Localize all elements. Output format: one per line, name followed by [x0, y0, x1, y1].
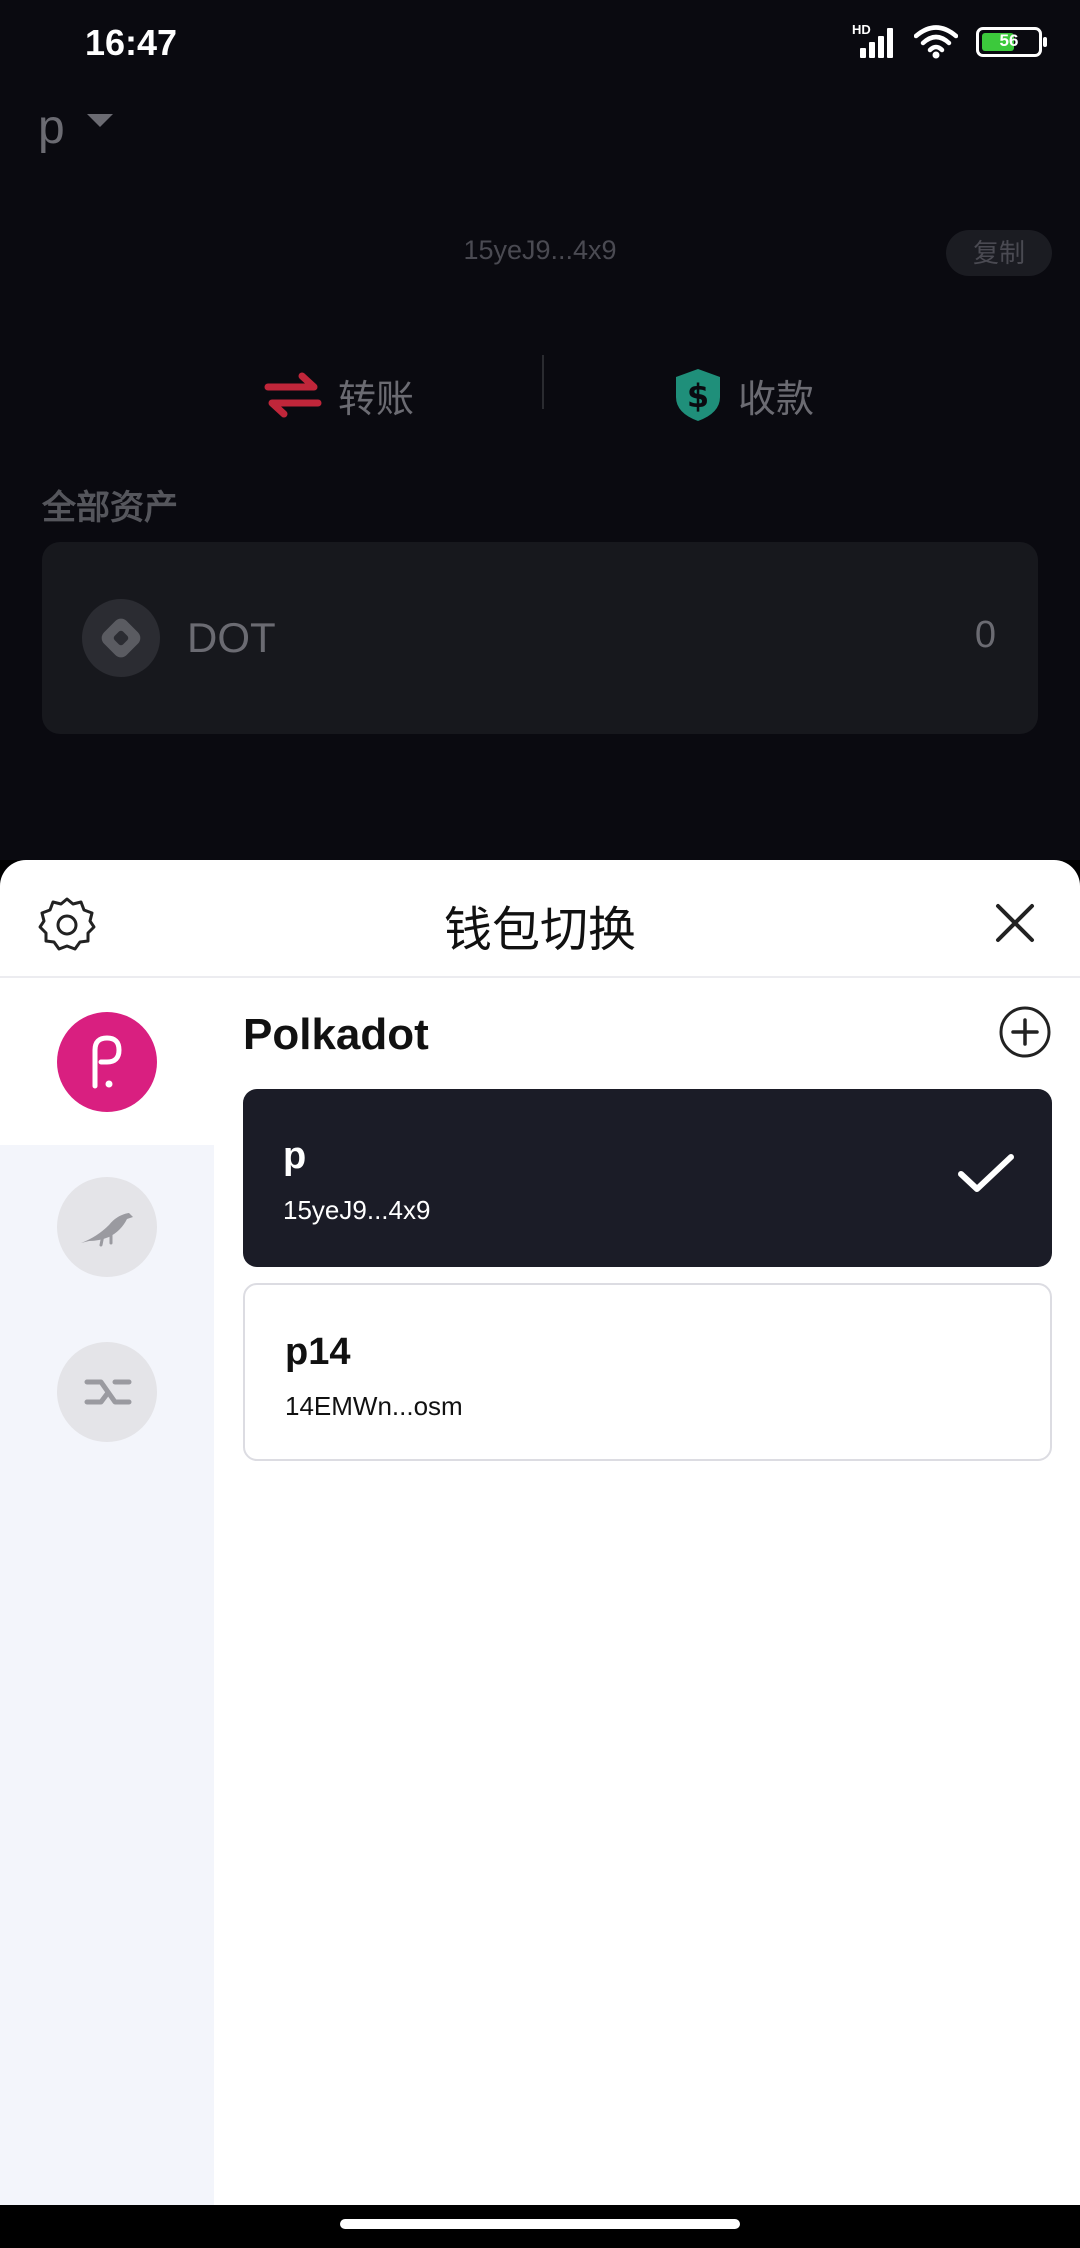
navigation-bar	[0, 2205, 1080, 2248]
signal-icon: HD	[852, 22, 896, 60]
status-bar: 16:47 HD 56	[0, 0, 1080, 90]
account-address: 14EMWn...osm	[285, 1391, 463, 1421]
battery-icon: 56	[976, 27, 1047, 57]
network-type-label: HD	[852, 22, 871, 37]
transfer-button[interactable]: 转账	[262, 365, 414, 425]
wallet-switch-sheet: 钱包切换 Polkadot p 15yeJ9...4x9 p14 14EMWn.…	[0, 860, 1080, 2205]
polkadot-logo-icon	[92, 1035, 122, 1089]
transfer-icon	[264, 372, 322, 418]
account-name: p14	[285, 1331, 351, 1373]
assets-section-title: 全部资产	[42, 489, 178, 527]
kusama-bird-icon	[81, 1213, 133, 1247]
status-time: 16:47	[85, 22, 178, 63]
account-name: p	[283, 1135, 307, 1177]
network-title: Polkadot	[243, 1010, 429, 1059]
wallet-home-background: 16:47 HD 56 p 15yeJ9...4x9 复制 转账 $ 收款 全部…	[0, 0, 1080, 860]
wallet-name: p	[38, 101, 65, 154]
status-icons: HD 56	[852, 22, 1047, 60]
account-card[interactable]: p14 14EMWn...osm	[243, 1283, 1052, 1461]
chain-item-polkadot[interactable]	[57, 1012, 157, 1112]
asset-row-dot[interactable]: DOT 0	[42, 542, 1038, 734]
wallet-selector[interactable]: p	[38, 100, 113, 155]
wallet-address: 15yeJ9...4x9	[463, 235, 617, 265]
chain-item-other[interactable]	[57, 1342, 157, 1442]
asset-amount: 0	[974, 614, 996, 656]
account-card-selected[interactable]: p 15yeJ9...4x9	[243, 1089, 1052, 1267]
dot-token-icon	[82, 599, 160, 677]
checkmark-icon	[958, 1154, 1014, 1192]
wifi-icon	[914, 25, 958, 59]
home-indicator[interactable]	[340, 2219, 740, 2229]
receive-dollar-icon: $	[676, 369, 720, 421]
swap-chain-icon	[84, 1379, 132, 1405]
receive-label: 收款	[738, 378, 815, 421]
chain-list	[0, 980, 214, 2205]
transfer-label: 转账	[338, 378, 415, 421]
close-icon[interactable]	[990, 898, 1040, 948]
chain-item-kusama[interactable]	[57, 1177, 157, 1277]
svg-text:$: $	[687, 377, 709, 415]
add-wallet-icon[interactable]	[998, 1005, 1052, 1059]
receive-button[interactable]: $ 收款	[672, 365, 814, 425]
battery-level: 56	[999, 31, 1019, 50]
action-divider	[542, 355, 544, 409]
sheet-header: 钱包切换	[0, 860, 1080, 978]
account-address: 15yeJ9...4x9	[283, 1195, 431, 1225]
copy-address-button[interactable]: 复制	[946, 230, 1052, 276]
chevron-down-icon	[86, 114, 113, 127]
asset-symbol: DOT	[187, 614, 276, 661]
sheet-title: 钱包切换	[443, 904, 636, 957]
